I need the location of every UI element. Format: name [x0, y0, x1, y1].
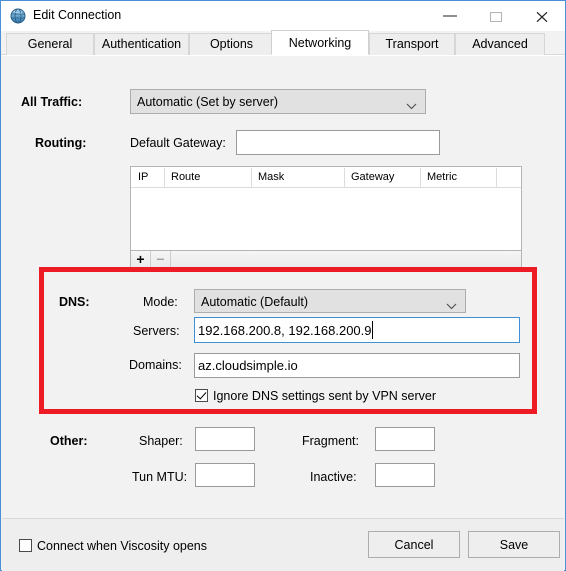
dialog-footer: Connect when Viscosity opens Cancel Save: [2, 518, 564, 571]
column-header-mask: Mask: [258, 171, 285, 183]
minimize-button[interactable]: [427, 1, 473, 31]
window-title: Edit Connection: [33, 8, 122, 22]
column-divider: [251, 168, 252, 187]
chevron-down-icon: [406, 99, 417, 113]
routing-table-header: IP Route Mask Gateway Metric: [131, 167, 521, 188]
routing-table-toolbar: + −: [130, 251, 522, 269]
networking-panel: All Traffic: Automatic (Set by server) R…: [2, 55, 564, 518]
chevron-down-icon: [446, 299, 457, 313]
fragment-input[interactable]: [375, 427, 435, 451]
dns-mode-select[interactable]: Automatic (Default): [194, 289, 466, 313]
tab-transport[interactable]: Transport: [369, 33, 455, 55]
column-divider: [420, 168, 421, 187]
routing-table-body: [131, 188, 521, 251]
dns-servers-input[interactable]: [194, 317, 520, 343]
column-divider: [344, 168, 345, 187]
column-header-ip: IP: [138, 171, 149, 183]
maximize-button[interactable]: [473, 1, 519, 31]
shaper-input[interactable]: [195, 427, 255, 451]
all-traffic-label: All Traffic:: [21, 95, 83, 109]
tun-mtu-input[interactable]: [195, 463, 255, 487]
column-header-route: Route: [171, 171, 201, 183]
connect-on-open-label[interactable]: Connect when Viscosity opens: [37, 539, 207, 553]
default-gateway-label: Default Gateway:: [130, 136, 226, 150]
column-header-metric: Metric: [427, 171, 457, 183]
tab-authentication[interactable]: Authentication: [94, 33, 189, 55]
tab-general[interactable]: General: [6, 33, 94, 55]
tab-advanced-label: Advanced: [472, 37, 528, 51]
tab-advanced[interactable]: Advanced: [455, 33, 545, 55]
tab-transport-label: Transport: [385, 37, 439, 51]
dns-domains-label: Domains:: [129, 358, 182, 372]
dns-domains-input[interactable]: [194, 353, 520, 378]
remove-route-button[interactable]: −: [151, 251, 171, 268]
minimize-icon: [443, 15, 457, 17]
tab-networking[interactable]: Networking: [271, 30, 369, 55]
tab-options-label: Options: [209, 37, 254, 51]
all-traffic-select[interactable]: Automatic (Set by server): [130, 89, 426, 114]
close-icon: [536, 12, 548, 22]
globe-icon: [10, 8, 26, 24]
connect-on-open-checkbox[interactable]: [19, 539, 32, 552]
default-gateway-input[interactable]: [236, 130, 440, 155]
inactive-label: Inactive:: [310, 470, 357, 484]
all-traffic-value: Automatic (Set by server): [137, 95, 279, 109]
column-divider: [164, 168, 165, 187]
cancel-button[interactable]: Cancel: [368, 531, 460, 558]
column-divider: [496, 168, 497, 187]
ignore-dns-checkbox-label[interactable]: Ignore DNS settings sent by VPN server: [213, 389, 436, 403]
other-label: Other:: [50, 434, 88, 448]
tab-authentication-label: Authentication: [101, 37, 182, 51]
column-header-gateway: Gateway: [351, 171, 395, 183]
tab-networking-label: Networking: [288, 36, 352, 50]
dns-mode-label: Mode:: [143, 295, 178, 309]
save-button[interactable]: Save: [468, 531, 560, 558]
add-route-button[interactable]: +: [131, 251, 151, 268]
tab-general-label: General: [27, 37, 73, 51]
dns-label: DNS:: [59, 295, 90, 309]
maximize-icon: [489, 12, 503, 22]
title-bar: Edit Connection: [1, 1, 565, 31]
dns-mode-value: Automatic (Default): [201, 295, 308, 309]
shaper-label: Shaper:: [139, 434, 183, 448]
routing-table[interactable]: IP Route Mask Gateway Metric: [130, 166, 522, 251]
close-button[interactable]: [519, 1, 565, 31]
inactive-input[interactable]: [375, 463, 435, 487]
edit-connection-window: Edit Connection General Authentication O…: [0, 0, 566, 571]
routing-label: Routing:: [35, 136, 87, 150]
fragment-label: Fragment:: [302, 434, 359, 448]
tun-mtu-label: Tun MTU:: [132, 470, 188, 484]
ignore-dns-checkbox[interactable]: [195, 389, 208, 402]
text-caret: [372, 321, 373, 339]
dns-servers-label: Servers:: [133, 324, 180, 338]
tab-options[interactable]: Options: [189, 33, 274, 55]
